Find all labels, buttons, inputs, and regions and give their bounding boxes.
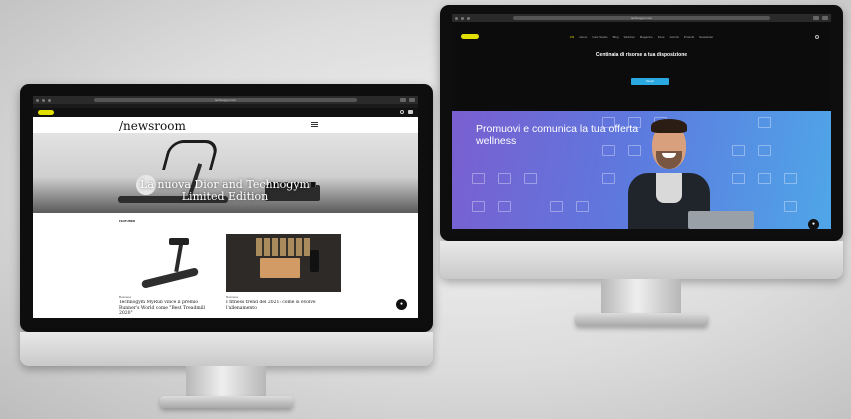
card-title[interactable]: I fitness trend del 2021: come si evolve… bbox=[226, 300, 341, 316]
left-address-bar[interactable]: technogym.com bbox=[94, 98, 357, 102]
nav-item[interactable]: Casi Studio bbox=[592, 35, 607, 39]
card-image-fitness-trends[interactable] bbox=[226, 234, 341, 292]
right-monitor-screen: technogym.com Chi siamo Casi Studio Blog… bbox=[452, 14, 831, 229]
card-title[interactable]: Technogym MyRun vince il premio Runner's… bbox=[119, 300, 219, 316]
chat-button[interactable]: ● bbox=[396, 299, 407, 310]
chat-button[interactable]: ● bbox=[808, 219, 819, 229]
settings-icon bbox=[602, 173, 615, 184]
nav-item[interactable]: Blog bbox=[613, 35, 619, 39]
right-browser-toolbar: technogym.com bbox=[452, 14, 831, 22]
treadmill-deck-shape bbox=[140, 267, 200, 289]
video-icon bbox=[472, 201, 485, 212]
camera-icon bbox=[732, 173, 745, 184]
laptop-shape bbox=[688, 211, 754, 229]
search-icon[interactable] bbox=[400, 110, 404, 114]
image-icon bbox=[498, 201, 511, 212]
document-icon bbox=[758, 173, 771, 184]
hero-banner[interactable]: La nuova Dior and Technogym Limited Edit… bbox=[33, 133, 418, 213]
window-zoom-dot[interactable] bbox=[467, 16, 470, 20]
document-icon bbox=[576, 201, 589, 212]
video-icon bbox=[758, 117, 771, 128]
camera-icon bbox=[472, 173, 485, 184]
left-monitor-screen: technogym.com /newsroom La nuova Dior an… bbox=[33, 96, 418, 318]
right-monitor-foot bbox=[575, 313, 708, 326]
share-button[interactable] bbox=[400, 98, 406, 102]
nav-item[interactable]: siamo bbox=[579, 35, 587, 39]
left-site-nav bbox=[33, 108, 418, 117]
image-icon bbox=[498, 173, 511, 184]
hero-title: Promuovi e comunica la tua offerta welln… bbox=[476, 123, 639, 147]
right-monitor-neck bbox=[601, 279, 681, 315]
chat-icon: ● bbox=[399, 301, 404, 307]
left-monitor-neck bbox=[186, 366, 266, 398]
nav-item[interactable]: Iscriviti bbox=[670, 35, 679, 39]
technogym-logo[interactable] bbox=[38, 110, 54, 115]
image-icon bbox=[758, 145, 771, 156]
nav-item[interactable]: Prodotti bbox=[684, 35, 694, 39]
phone-shape bbox=[310, 250, 319, 272]
share-button[interactable] bbox=[813, 16, 819, 20]
hero-title: La nuova Dior and Technogym Limited Edit… bbox=[140, 178, 310, 203]
person-shirt-shape bbox=[656, 173, 682, 203]
photo-grid-shape bbox=[256, 238, 310, 256]
nav-item[interactable]: Magazine bbox=[640, 35, 653, 39]
right-monitor-chin bbox=[440, 241, 843, 279]
nav-item[interactable]: Chi bbox=[570, 35, 575, 39]
person-hair-shape bbox=[651, 119, 687, 133]
treadmill-console-shape bbox=[169, 238, 189, 245]
window-minimize-dot[interactable] bbox=[461, 16, 464, 20]
card-image-treadmill[interactable] bbox=[119, 230, 219, 292]
menu-icon[interactable] bbox=[311, 122, 318, 127]
nav-item[interactable]: Webinar bbox=[624, 35, 635, 39]
newsroom-header: /newsroom bbox=[33, 117, 418, 133]
tabs-button[interactable] bbox=[409, 98, 415, 102]
download-icon bbox=[524, 173, 537, 184]
chat-icon: ● bbox=[811, 221, 816, 227]
resources-heading: Centinaia di risorse a tua disposizione bbox=[595, 52, 688, 58]
left-monitor-foot bbox=[160, 396, 293, 408]
resources-section: Chi siamo Casi Studio Blog Webinar Magaz… bbox=[452, 22, 831, 111]
download-icon bbox=[784, 173, 797, 184]
section-label: FEATURED bbox=[119, 219, 136, 223]
tabs-button[interactable] bbox=[822, 16, 828, 20]
window-zoom-dot[interactable] bbox=[48, 98, 51, 102]
window-close-dot[interactable] bbox=[36, 98, 39, 102]
image-icon bbox=[784, 201, 797, 212]
page-title: /newsroom bbox=[119, 119, 186, 133]
card-kicker: Business bbox=[226, 295, 239, 299]
wellness-hero: Promuovi e comunica la tua offerta welln… bbox=[452, 111, 831, 229]
window-minimize-dot[interactable] bbox=[42, 98, 45, 102]
card-kicker: Business bbox=[119, 295, 132, 299]
nav-item[interactable]: Newsletter bbox=[699, 35, 713, 39]
print-icon bbox=[550, 201, 563, 212]
calendar-icon bbox=[732, 145, 745, 156]
left-browser-toolbar: technogym.com bbox=[33, 96, 418, 104]
right-address-bar[interactable]: technogym.com bbox=[513, 16, 770, 20]
treadmill-handle-shape bbox=[161, 140, 221, 170]
cart-icon[interactable] bbox=[408, 110, 413, 114]
right-site-nav: Chi siamo Casi Studio Blog Webinar Magaz… bbox=[452, 32, 831, 42]
left-monitor-chin bbox=[20, 332, 433, 366]
window-close-dot[interactable] bbox=[455, 16, 458, 20]
nav-item[interactable]: Fiere bbox=[658, 35, 665, 39]
workout-photo-shape bbox=[260, 258, 300, 278]
discover-button[interactable]: Scopri bbox=[631, 78, 669, 85]
